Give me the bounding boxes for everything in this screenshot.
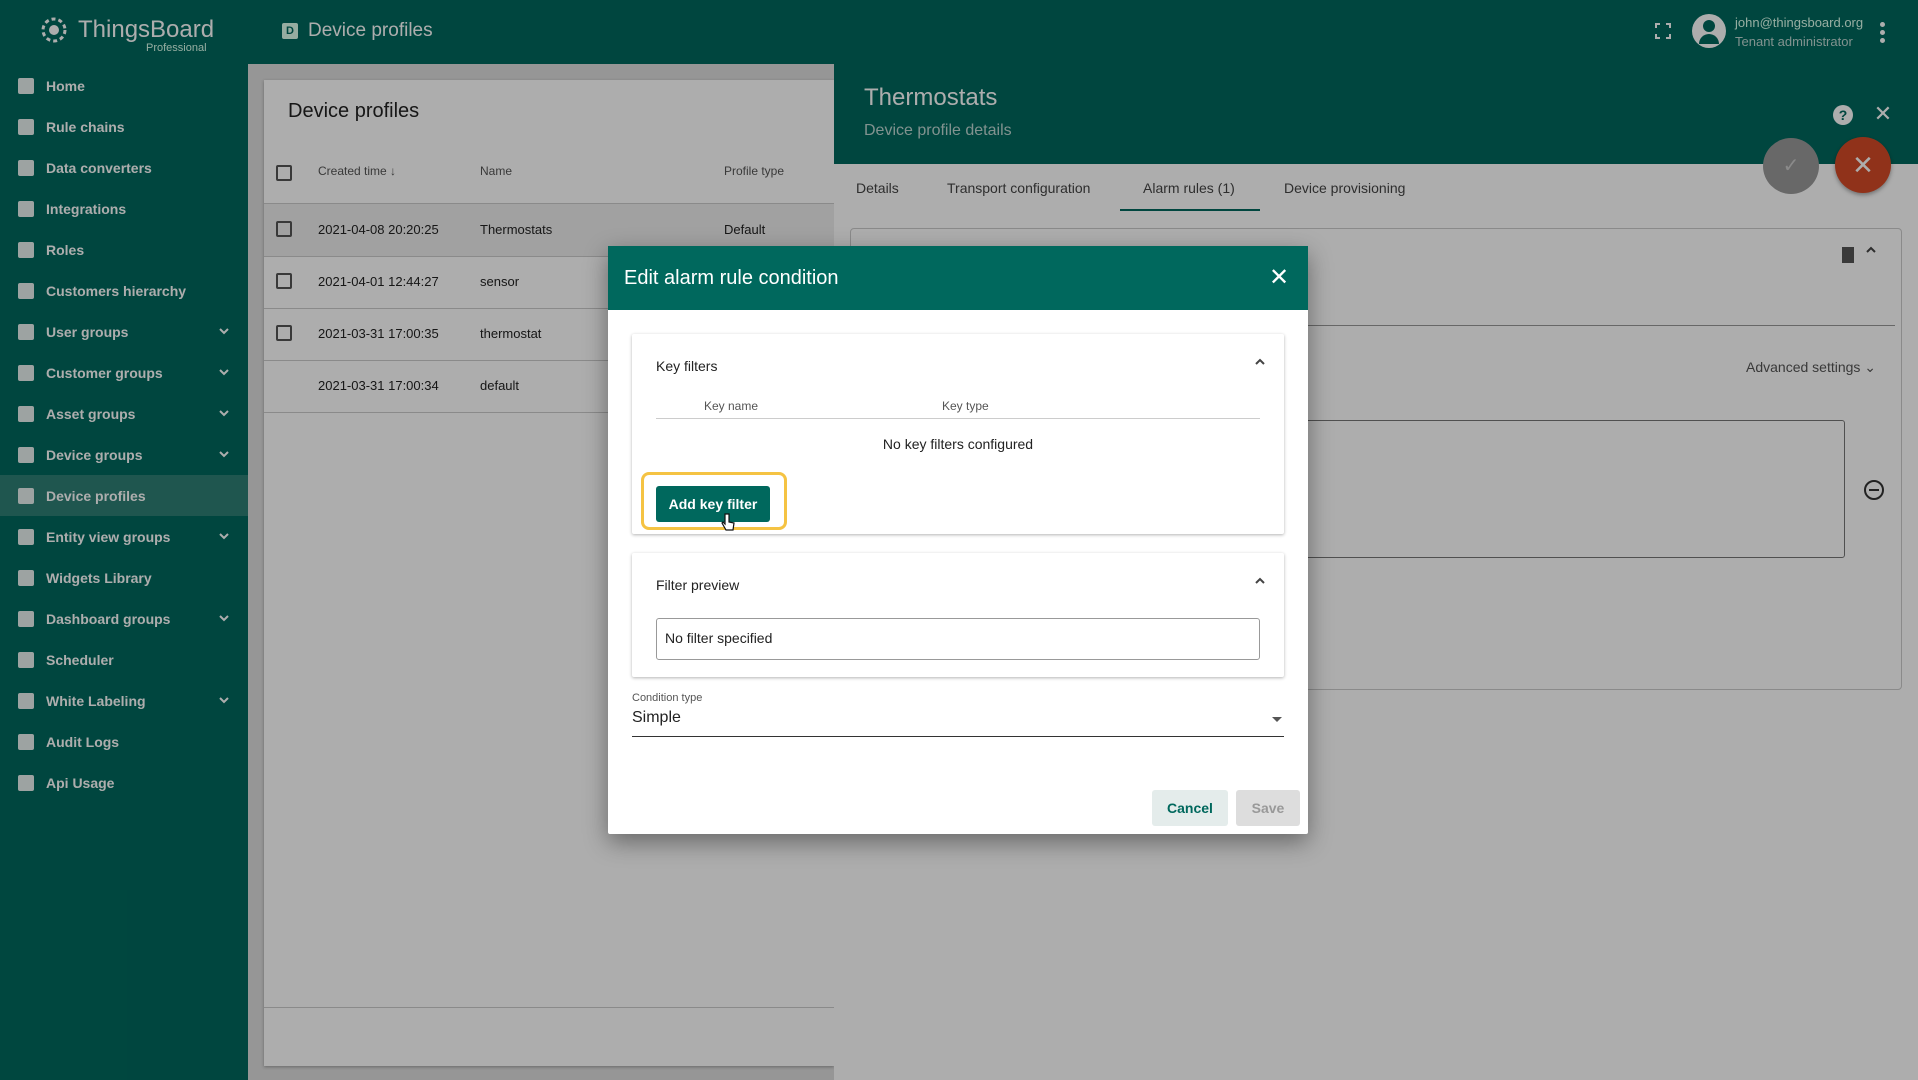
edit-alarm-rule-dialog: Edit alarm rule condition ✕ Key filters … xyxy=(608,246,1308,834)
key-name-header: Key name xyxy=(704,399,759,413)
condition-type-label: Condition type xyxy=(632,692,703,704)
no-key-filters-message: No key filters configured xyxy=(882,436,1034,452)
dialog-close-icon[interactable]: ✕ xyxy=(1269,266,1289,290)
key-filters-title: Key filters xyxy=(656,358,718,374)
dialog-header: Edit alarm rule condition ✕ xyxy=(608,246,1308,310)
key-filters-divider xyxy=(656,418,1260,419)
add-key-filter-button[interactable]: Add key filter xyxy=(656,486,770,522)
chevron-up-icon[interactable] xyxy=(1254,575,1266,587)
condition-type-value: Simple xyxy=(632,709,681,726)
filter-preview-title: Filter preview xyxy=(656,577,740,593)
condition-type-select[interactable]: Simple xyxy=(632,709,1284,737)
chevron-up-icon[interactable] xyxy=(1254,356,1266,368)
hand-cursor-icon xyxy=(721,513,735,531)
cancel-button[interactable]: Cancel xyxy=(1152,790,1228,826)
dropdown-arrow-icon xyxy=(1272,717,1282,722)
save-button[interactable]: Save xyxy=(1236,790,1300,826)
key-type-header: Key type xyxy=(942,399,989,413)
filter-preview-field: No filter specified xyxy=(656,618,1260,660)
dialog-title: Edit alarm rule condition xyxy=(624,267,839,289)
